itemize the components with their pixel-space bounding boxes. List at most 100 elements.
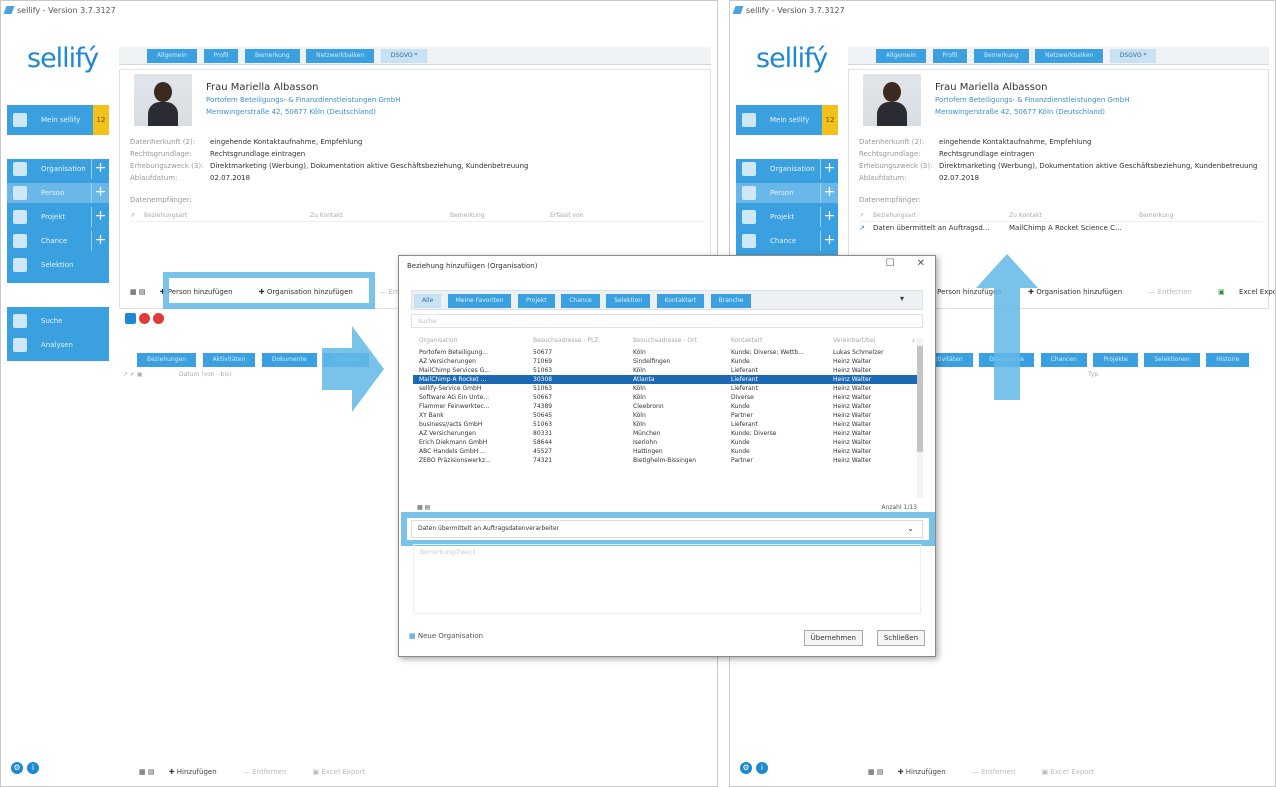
add-button[interactable]: ✚ Hinzufügen — [898, 768, 958, 776]
nav-main[interactable]: Mein sellify 12 — [7, 105, 109, 135]
lower-toolbar: ▦ ▤ ✚ Hinzufügen — Entfernen ▣ Excel Exp… — [139, 768, 389, 776]
tab-kontaktart[interactable]: Kontaktart — [656, 294, 705, 308]
person-address-link[interactable]: Merowingerstraße 42, 50677 Köln (Deutsch… — [206, 108, 376, 116]
sidebar-item-selektion[interactable]: Selektion — [7, 255, 109, 275]
tab-favoriten[interactable]: Meine Favoriten — [447, 294, 512, 308]
table-row[interactable]: Software AG Ein Unte... 50667 Köln Diverse H… — [413, 393, 917, 402]
nav-tools: Suche Analysen — [7, 307, 109, 361]
person-company-link[interactable]: Portofem Beteiligungs- & Finanzdienstlei… — [206, 96, 400, 104]
add-organisation-icon[interactable]: + — [820, 159, 838, 179]
remove-button[interactable]: — Entfernen — [243, 768, 299, 776]
table-row[interactable]: business//acts GmbH 51063 Köln Lieferant Hei… — [413, 420, 917, 429]
tab-profil[interactable]: Profil — [203, 49, 239, 63]
sidebar-item-projekt[interactable]: Projekt + — [7, 207, 109, 227]
person-name: Frau Mariella Albasson — [206, 82, 319, 93]
person-icon — [13, 186, 27, 200]
apply-button[interactable]: Übernehmen — [803, 630, 863, 646]
notification-badge: 12 — [93, 105, 109, 135]
sidebar-item-person[interactable]: Person + — [736, 183, 838, 203]
person-company-link[interactable]: Portofem Beteiligungs- & Finanzdienstlei… — [935, 96, 1129, 104]
pdf-icon[interactable] — [153, 313, 164, 324]
remove-button[interactable]: — Entfernen — [1148, 288, 1204, 296]
tab-dsgvo[interactable]: DSGVO * — [380, 49, 428, 63]
sidebar-item-suche[interactable]: Suche — [7, 311, 109, 331]
grid-view-icon[interactable]: ▦ ▤ — [417, 504, 430, 511]
logo: sellifý — [756, 43, 828, 74]
table-row[interactable]: AZ Versicherungen 80331 München Kunde; Dive… — [413, 429, 917, 438]
sidebar-item-organisation[interactable]: Organisation + — [736, 159, 838, 179]
table-row[interactable]: sellify-Service GmbH 51063 Köln Lieferant He… — [413, 384, 917, 393]
grid-view-icon[interactable]: ▦ ▤ — [868, 768, 883, 776]
tab-branche[interactable]: Branche — [710, 294, 752, 308]
add-person-icon[interactable]: + — [91, 183, 109, 203]
tab-bemerkung[interactable]: Bemerkung — [974, 49, 1029, 63]
add-button[interactable]: ✚ Hinzufügen — [169, 768, 229, 776]
tab-alle[interactable]: Alle — [414, 294, 442, 308]
window-title: sellify - Version 3.7.3127 — [17, 6, 116, 15]
tab-dsgvo[interactable]: DSGVO * — [1109, 49, 1157, 63]
excel-export-button[interactable]: ▣ Excel Export — [313, 768, 378, 776]
mail-icon[interactable] — [139, 313, 150, 324]
sidebar-item-projekt[interactable]: Projekt + — [736, 207, 838, 227]
new-organisation-button[interactable]: ▦ Neue Organisation — [409, 632, 483, 640]
close-icon[interactable]: ✕ — [917, 258, 925, 269]
add-chance-icon[interactable]: + — [91, 231, 109, 251]
tab-profil[interactable]: Profil — [932, 49, 968, 63]
sidebar-item-chance[interactable]: Chance + — [736, 231, 838, 251]
table-row[interactable]: ZEBO Präzisionswerkz... 74321 Bietigheim-B… — [413, 456, 917, 465]
table-row[interactable]: MailChimp Services G... 51063 Köln Lieferan… — [413, 366, 917, 375]
tab-aktivitaeten[interactable]: Aktivitäten — [202, 353, 256, 367]
tab-allgemein[interactable]: Allgemein — [147, 49, 197, 63]
tab-netzwerk[interactable]: Netzwerkbalken — [1035, 49, 1104, 63]
grid-view-icon[interactable]: ▦ ▤ — [130, 288, 145, 296]
organisation-table: Organisation Besuchsadresse - PLZ Besuch… — [413, 336, 917, 500]
table-row[interactable]: ABC Handels GmbH ... 45527 Hattingen Kunde H… — [413, 447, 917, 456]
excel-export-button[interactable]: ▣ Excel Export — [1042, 768, 1107, 776]
chevron-down-icon[interactable]: ▾ — [900, 294, 904, 303]
table-scrollbar[interactable] — [917, 338, 923, 498]
tab-selektion[interactable]: Selektion — [606, 294, 651, 308]
tab-projekt[interactable]: Projekt — [517, 294, 555, 308]
nav-main-label: Mein sellify — [41, 116, 81, 124]
sidebar-item-analysen[interactable]: Analysen — [7, 335, 109, 355]
list-icon[interactable] — [125, 313, 136, 324]
person-address-link[interactable]: Merowingerstraße 42, 50677 Köln (Deutsch… — [935, 108, 1105, 116]
tab-allgemein[interactable]: Allgemein — [876, 49, 926, 63]
sidebar-item-organisation[interactable]: Organisation + — [7, 159, 109, 179]
settings-icon[interactable]: ⚙ — [11, 762, 23, 774]
table-row[interactable]: Flammer Feinwerktec... 74389 Cleebronn Kund… — [413, 402, 917, 411]
tab-beziehungen[interactable]: Beziehungen — [137, 353, 197, 367]
add-organisation-button[interactable]: ✚ Organisation hinzufügen — [1028, 288, 1134, 296]
table-row[interactable]: MailChimp A Rocket ... 30308 Atlanta Liefer… — [413, 375, 917, 384]
close-button[interactable]: Schließen — [876, 630, 925, 646]
maximize-icon[interactable]: ☐ — [886, 258, 895, 269]
settings-icon[interactable]: ⚙ — [740, 762, 752, 774]
add-project-icon[interactable]: + — [91, 207, 109, 227]
table-row[interactable]: XY Bank 50645 Köln Partner Heinz Walter — [413, 411, 917, 420]
tab-chance[interactable]: Chance — [561, 294, 600, 308]
note-textarea[interactable]: Bemerkung/Zweck — [413, 544, 921, 614]
tab-netzwerk[interactable]: Netzwerkbalken — [306, 49, 375, 63]
excel-export-button[interactable]: ▣ Excel Export — [1218, 288, 1275, 296]
add-person-icon[interactable]: + — [820, 183, 838, 203]
search-input[interactable]: Suche — [411, 314, 923, 328]
info-icon[interactable]: i — [756, 762, 768, 774]
sidebar-item-person[interactable]: Person + — [7, 183, 109, 203]
nav-main[interactable]: Mein sellify 12 — [736, 105, 838, 135]
check-icon: ↗ ✔ ▣ — [123, 371, 143, 378]
table-row[interactable]: Erich Diekmann GmbH 58644 Iserlohn Kunde Hei… — [413, 438, 917, 447]
table-row[interactable]: Portofem Beteiligung... 50677 Köln Kunde; D… — [413, 348, 917, 357]
add-project-icon[interactable]: + — [820, 207, 838, 227]
table-row[interactable]: AZ Versicherungen 71069 Sindelfingen Kunde H… — [413, 357, 917, 366]
tab-dokumente[interactable]: Dokumente — [261, 353, 317, 367]
add-chance-icon[interactable]: + — [820, 231, 838, 251]
home-icon — [13, 113, 27, 127]
info-icon[interactable]: i — [27, 762, 39, 774]
grid-view-icon[interactable]: ▦ ▤ — [139, 768, 154, 776]
sidebar-item-chance[interactable]: Chance + — [7, 231, 109, 251]
recipient-row[interactable]: ↗ Daten übermittelt an Auftragsd... Mail… — [859, 224, 1122, 232]
chance-icon — [742, 234, 756, 248]
tab-bemerkung[interactable]: Bemerkung — [245, 49, 300, 63]
add-organisation-icon[interactable]: + — [91, 159, 109, 179]
remove-button[interactable]: — Entfernen — [972, 768, 1028, 776]
